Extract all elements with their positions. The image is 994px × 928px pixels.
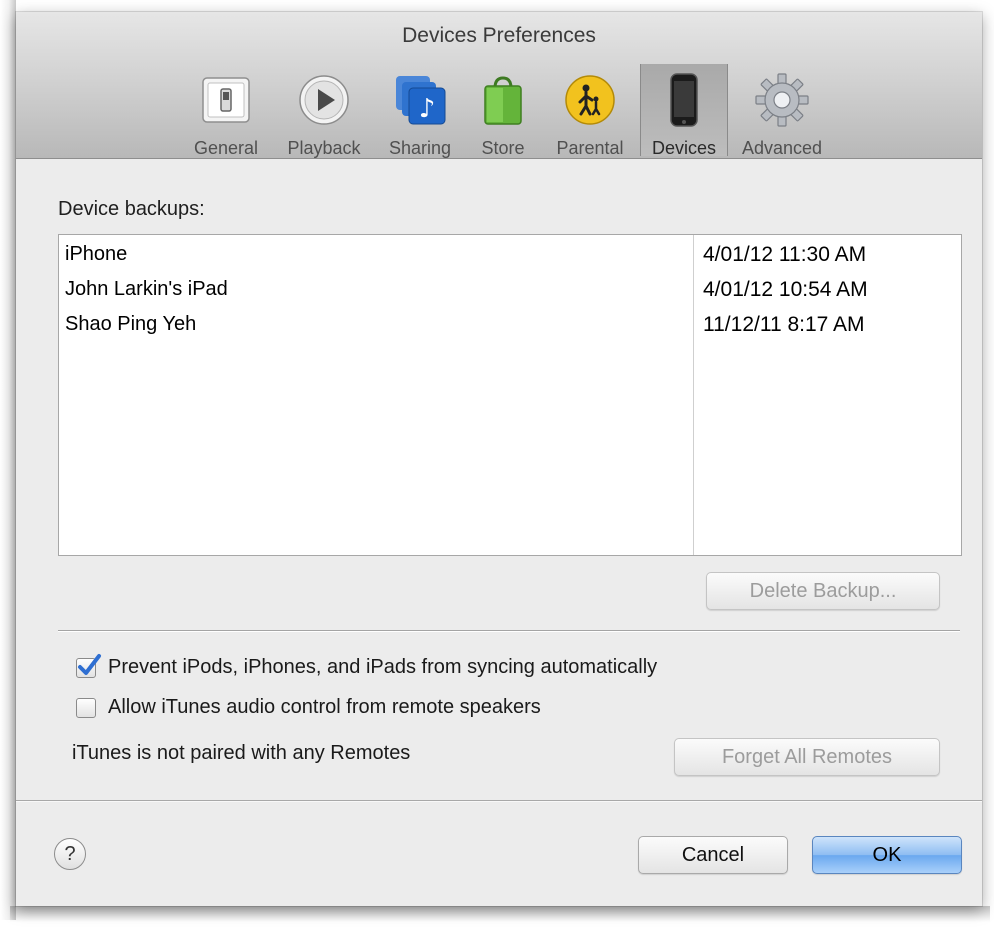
- tab-advanced[interactable]: Advanced: [732, 64, 832, 158]
- allow-audio-control-option[interactable]: Allow iTunes audio control from remote s…: [76, 696, 541, 719]
- music-note-icon: ♪: [392, 72, 448, 128]
- backup-row-date[interactable]: 4/01/12 10:54 AM: [703, 278, 868, 302]
- allow-audio-control-checkbox[interactable]: [76, 697, 96, 718]
- allow-audio-control-label: Allow iTunes audio control from remote s…: [108, 696, 541, 718]
- forget-all-remotes-button[interactable]: Forget All Remotes: [674, 738, 940, 776]
- preferences-window: Devices Preferences General Playback ♪ S…: [16, 12, 982, 906]
- delete-backup-button[interactable]: Delete Backup...: [706, 572, 940, 610]
- tab-playback[interactable]: Playback: [278, 64, 370, 158]
- tab-store[interactable]: Store: [468, 64, 538, 158]
- prevent-sync-option[interactable]: Prevent iPods, iPhones, and iPads from s…: [76, 653, 658, 679]
- gear-icon: [754, 72, 810, 128]
- switch-icon: [198, 72, 254, 128]
- tab-parental-label: Parental: [556, 138, 624, 158]
- footer-divider: [16, 800, 982, 801]
- tab-store-label: Store: [481, 138, 525, 158]
- device-backups-label: Device backups:: [58, 198, 205, 220]
- tab-advanced-label: Advanced: [741, 138, 823, 158]
- window-shadow: [10, 906, 990, 922]
- tab-sharing-label: Sharing: [388, 138, 452, 158]
- parent-child-icon: [562, 72, 618, 128]
- checkmark-icon: [78, 653, 101, 675]
- iphone-icon: [656, 72, 712, 128]
- column-divider: [693, 235, 694, 555]
- play-icon: [296, 72, 352, 128]
- svg-text:♪: ♪: [419, 94, 436, 124]
- tab-general-label: General: [193, 138, 259, 158]
- backup-row-date[interactable]: 11/12/11 8:17 AM: [703, 313, 865, 337]
- ok-button[interactable]: OK: [812, 836, 962, 874]
- backup-row-name[interactable]: Shao Ping Yeh: [65, 313, 196, 336]
- cancel-button[interactable]: Cancel: [638, 836, 788, 874]
- tab-playback-label: Playback: [287, 138, 361, 158]
- shopping-bag-icon: [475, 72, 531, 128]
- remotes-status: iTunes is not paired with any Remotes: [72, 742, 411, 764]
- tab-parental[interactable]: Parental: [544, 64, 636, 158]
- backdrop-shadow: [0, 0, 16, 920]
- tab-sharing[interactable]: ♪ Sharing: [380, 64, 460, 158]
- window-title: Devices Preferences: [402, 24, 596, 47]
- tab-general[interactable]: General: [184, 64, 268, 158]
- prevent-sync-checkbox[interactable]: [76, 653, 101, 678]
- backup-row-name[interactable]: iPhone: [65, 243, 127, 266]
- toolbar: Devices Preferences General Playback ♪ S…: [16, 12, 982, 159]
- backup-row-name[interactable]: John Larkin's iPad: [65, 278, 228, 301]
- help-button[interactable]: ?: [54, 838, 86, 870]
- backup-row-date[interactable]: 4/01/12 11:30 AM: [703, 243, 866, 267]
- prevent-sync-label: Prevent iPods, iPhones, and iPads from s…: [108, 656, 658, 678]
- tab-devices[interactable]: Devices: [640, 64, 728, 158]
- tab-devices-label: Devices: [651, 138, 717, 158]
- backup-table[interactable]: iPhone 4/01/12 11:30 AM John Larkin's iP…: [58, 234, 962, 556]
- divider: [58, 630, 960, 631]
